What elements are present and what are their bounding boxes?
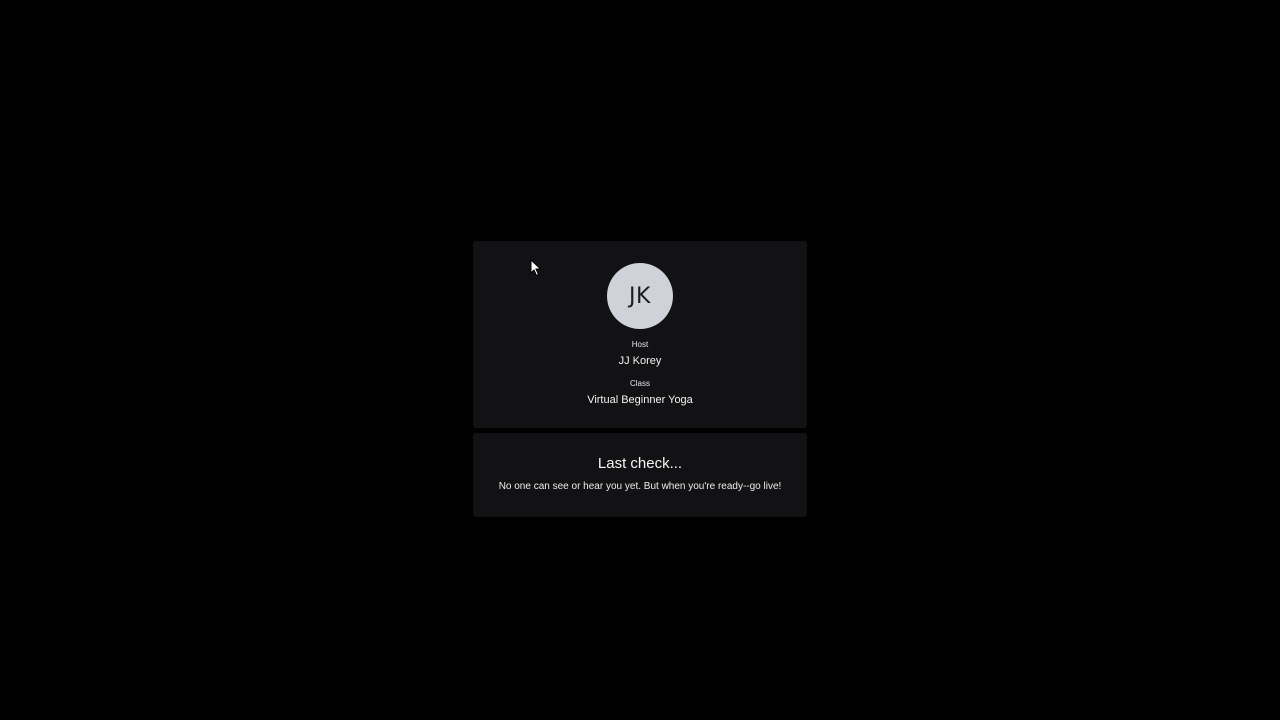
- host-info-card: JK Host JJ Korey Class Virtual Beginner …: [473, 241, 807, 428]
- host-avatar: JK: [607, 263, 673, 329]
- last-check-description: No one can see or hear you yet. But when…: [498, 481, 782, 492]
- host-name: JJ Korey: [618, 355, 662, 367]
- host-label: Host: [631, 340, 649, 349]
- class-name: Virtual Beginner Yoga: [587, 394, 693, 406]
- class-label: Class: [629, 379, 650, 388]
- last-check-card: Last check... No one can see or hear you…: [473, 433, 807, 517]
- waiting-room-screen: JK Host JJ Korey Class Virtual Beginner …: [0, 0, 1280, 720]
- last-check-title: Last check...: [597, 455, 683, 472]
- mouse-cursor-icon: [530, 259, 542, 277]
